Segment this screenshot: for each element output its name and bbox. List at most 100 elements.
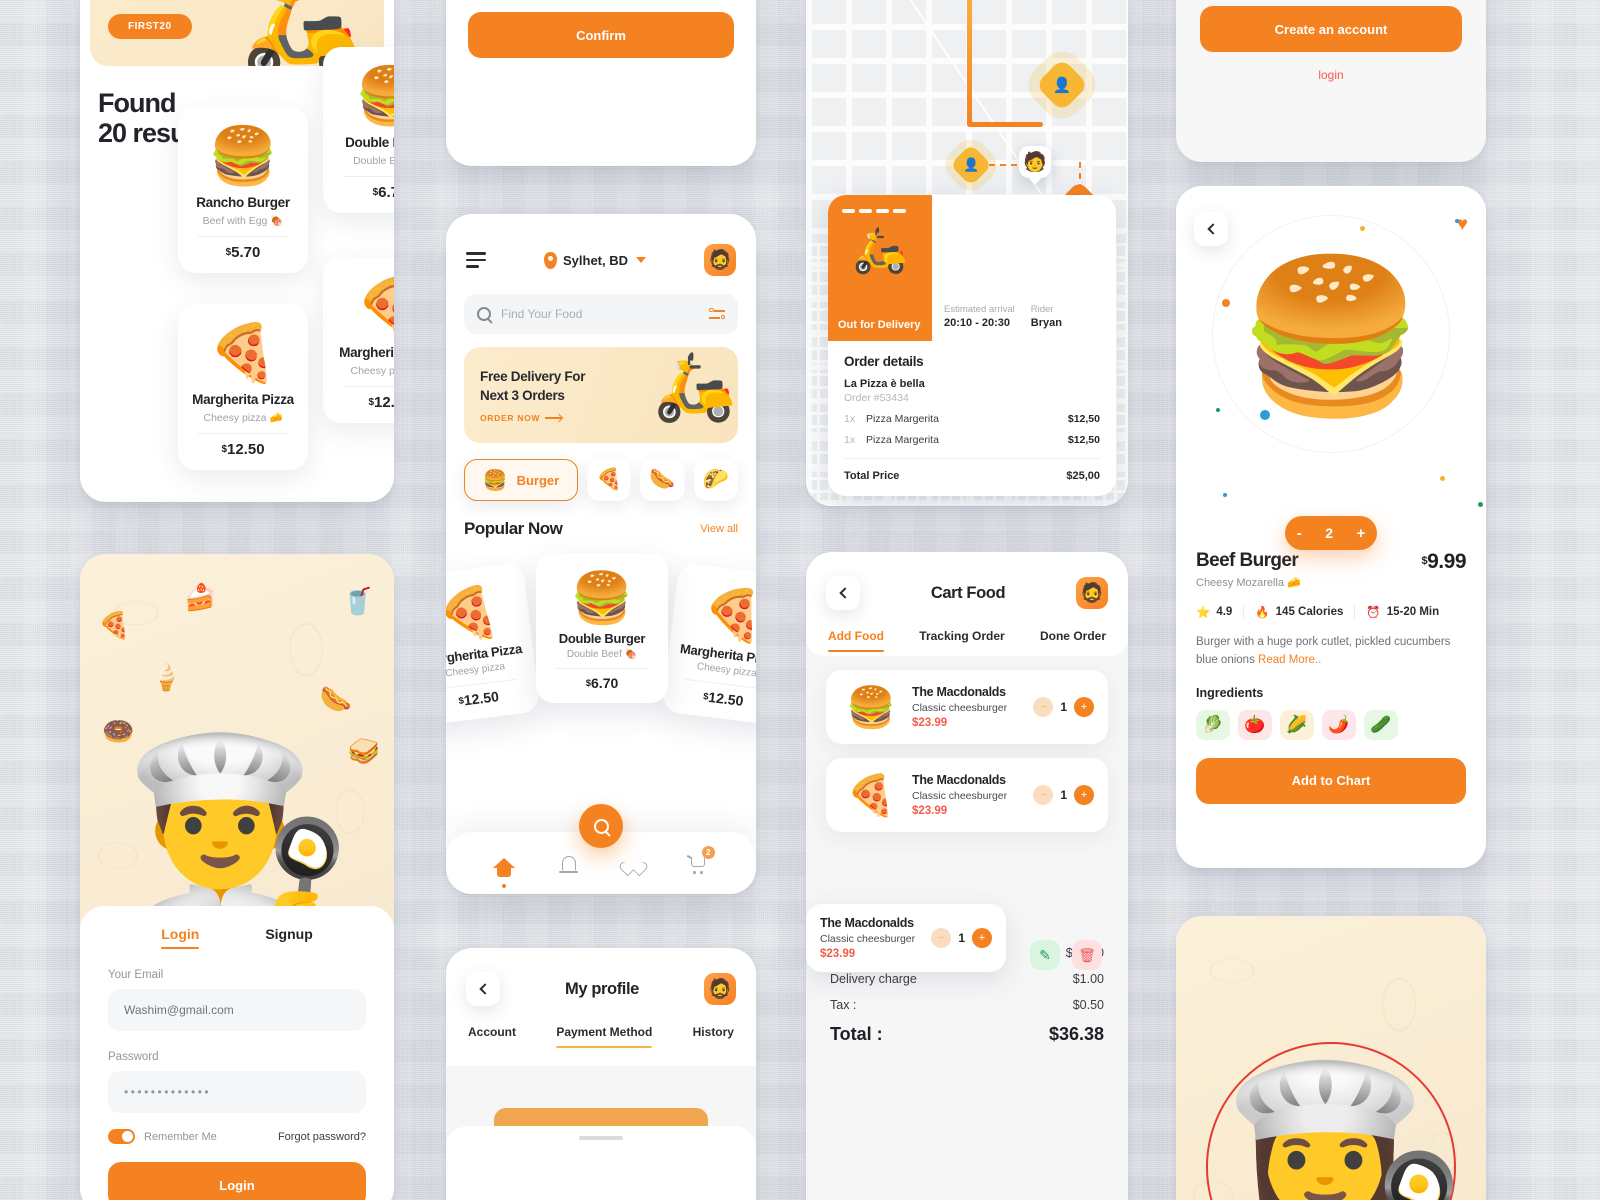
tab-add-food[interactable]: Add Food: [828, 629, 884, 653]
view-all-link[interactable]: View all: [700, 523, 738, 535]
confirm-button[interactable]: Confirm: [468, 12, 734, 58]
avatar[interactable]: 🧔: [704, 973, 736, 1005]
rider-avatar-bubble[interactable]: 🧑: [1019, 146, 1051, 178]
result-card-double-burger[interactable]: 🍔 Double Burger Double Beef 🍖 $6.70: [323, 47, 394, 213]
decrease-button[interactable]: -: [1297, 525, 1302, 542]
time-stat: ⏰ 15-20 Min: [1354, 605, 1450, 619]
confetti-dot: [1222, 299, 1230, 307]
login-submit-button[interactable]: Login: [108, 1162, 366, 1200]
search-fab-button[interactable]: [579, 804, 623, 848]
cart-item-row[interactable]: 🍕 The Macdonalds Classic cheesburger $23…: [826, 758, 1108, 832]
result-subtitle-text: Cheesy pizza: [350, 365, 394, 377]
popular-card-left[interactable]: 🍕 Margherita Pizza Cheesy pizza $12.50: [446, 562, 541, 726]
create-account-button[interactable]: Create an account: [1200, 6, 1462, 52]
ingredient-cucumber-icon[interactable]: 🥒: [1364, 709, 1398, 740]
favorite-heart-icon[interactable]: ♥: [1457, 214, 1468, 236]
increase-button[interactable]: +: [972, 928, 992, 948]
cart-item-price: $23.99: [820, 948, 856, 960]
tracking-meta: Estimated arrival 20:10 - 20:30 Rider Br…: [932, 195, 1116, 341]
line-qty: 1x: [844, 434, 856, 446]
result-subtitle: Double Beef 🍖: [331, 154, 394, 167]
search-icon: [477, 307, 491, 321]
decrease-button[interactable]: −: [1033, 697, 1054, 717]
edit-icon[interactable]: ✎: [1030, 940, 1060, 970]
location-selector[interactable]: Sylhet, BD: [543, 251, 646, 269]
burger-icon: 🍔: [208, 124, 278, 187]
tab-payment-method[interactable]: Payment Method: [556, 1025, 653, 1049]
ingredient-corn-icon[interactable]: 🌽: [1280, 709, 1314, 740]
amount: 5.70: [231, 244, 261, 261]
promo-code-chip[interactable]: FIRST20: [108, 14, 192, 39]
nav-notifications-button[interactable]: [558, 852, 580, 874]
tab-account[interactable]: Account: [468, 1025, 516, 1048]
chef-photo: 👩‍🍳: [1218, 1058, 1468, 1200]
cart-item-info: The Macdonalds Classic cheesburger $23.9…: [912, 685, 1023, 729]
password-field[interactable]: •••••••••••••: [108, 1071, 366, 1113]
promo-discount: 20% off: [108, 0, 198, 5]
popular-name: Double Burger: [558, 631, 646, 646]
login-link[interactable]: login: [1200, 68, 1462, 82]
increase-button[interactable]: +: [1074, 785, 1094, 805]
decrease-button[interactable]: −: [931, 928, 952, 948]
result-name: Rancho Burger: [196, 195, 290, 210]
popular-subtitle: Double Beef 🍖: [542, 649, 662, 660]
result-card-rancho-burger[interactable]: 🍔 Rancho Burger Beef with Egg 🍖 $5.70: [178, 107, 308, 273]
tab-history[interactable]: History: [693, 1025, 734, 1048]
cart-item-row-swiped[interactable]: The Macdonalds Classic cheesburger $23.9…: [806, 904, 1006, 972]
menu-icon[interactable]: [466, 252, 486, 268]
tab-tracking-order[interactable]: Tracking Order: [919, 629, 1004, 652]
increase-button[interactable]: +: [1356, 525, 1365, 542]
burger-icon: 🍔: [570, 570, 634, 626]
result-card-margherita-right[interactable]: 🍕 Margherita Pizza Cheesy pizza 🧀 $12.50: [323, 257, 394, 423]
category-chip-hotdog[interactable]: 🌭: [640, 459, 685, 501]
forgot-password-link[interactable]: Forgot password?: [278, 1131, 366, 1143]
trash-icon[interactable]: 🗑: [1072, 940, 1102, 970]
nav-home-button[interactable]: [493, 852, 516, 888]
search-input[interactable]: Find Your Food: [464, 294, 738, 334]
back-button[interactable]: [1194, 212, 1228, 246]
ingredient-lettuce-icon[interactable]: 🥬: [1196, 709, 1230, 740]
decrease-button[interactable]: −: [1033, 785, 1054, 805]
rider-route-dash-h: [989, 164, 1017, 166]
ingredient-tomato-icon[interactable]: 🍅: [1238, 709, 1272, 740]
category-chip-taco[interactable]: 🌮: [693, 459, 739, 501]
tab-done-order[interactable]: Done Order: [1040, 629, 1106, 652]
result-card-margherita-left[interactable]: 🍕 Margherita Pizza Cheesy pizza 🧀 $12.50: [178, 304, 308, 470]
popular-card-center[interactable]: 🍔 Double Burger Double Beef 🍖 $6.70: [536, 553, 668, 703]
popular-card-right[interactable]: 🍕 Margherita Pizza Cheesy pizza $12.50: [661, 562, 756, 726]
avatar[interactable]: 🧔: [703, 244, 736, 276]
tab-signup[interactable]: Signup: [265, 926, 312, 949]
confetti-dot: [1440, 476, 1445, 481]
remember-me-toggle[interactable]: [108, 1129, 135, 1144]
tab-login[interactable]: Login: [161, 926, 200, 950]
remember-me-label: Remember Me: [144, 1130, 217, 1143]
back-button[interactable]: [466, 972, 500, 1006]
product-name-block: Beef Burger Cheesy Mozarella 🧀: [1196, 550, 1301, 589]
order-now-link[interactable]: ORDER NOW: [480, 413, 563, 423]
avatar[interactable]: 🧔: [1076, 577, 1108, 609]
profile-body: [446, 1066, 756, 1200]
read-more-link[interactable]: Read More..: [1258, 654, 1321, 666]
add-to-cart-button[interactable]: Add to Chart: [1196, 757, 1466, 804]
sheet-grabber[interactable]: [579, 1136, 623, 1140]
amount: 12.50: [462, 688, 500, 709]
total-price-label: Total Price: [844, 470, 900, 482]
screen-login: 🍕 🍰 🥤 🍦 🌭 🍩 🥪 👨‍🍳 Login Signup Your Emai…: [80, 554, 394, 1200]
grand-total-label: Total :: [830, 1024, 883, 1044]
filter-icon[interactable]: [709, 307, 725, 321]
nav-cart-button[interactable]: 2: [687, 846, 715, 874]
cart-item-row[interactable]: 🍔 The Macdonalds Classic cheesburger $23…: [826, 670, 1108, 744]
result-subtitle: Cheesy pizza 🧀: [331, 364, 394, 377]
free-delivery-banner[interactable]: Free Delivery For Next 3 Orders ORDER NO…: [464, 347, 738, 443]
result-price: $12.50: [186, 441, 300, 458]
popular-price: $12.50: [446, 684, 533, 713]
cheese-icon: 🧀: [1287, 577, 1301, 589]
email-field[interactable]: Washim@gmail.com: [108, 989, 366, 1031]
increase-button[interactable]: +: [1074, 697, 1094, 717]
scooter-icon: 🛵: [852, 226, 908, 275]
ingredient-chili-icon[interactable]: 🌶️: [1322, 709, 1356, 740]
nav-favorites-button[interactable]: [622, 852, 644, 874]
back-button[interactable]: [826, 576, 860, 610]
category-chip-burger[interactable]: 🍔 Burger: [464, 459, 578, 501]
category-chip-pizza[interactable]: 🍕: [586, 459, 632, 501]
